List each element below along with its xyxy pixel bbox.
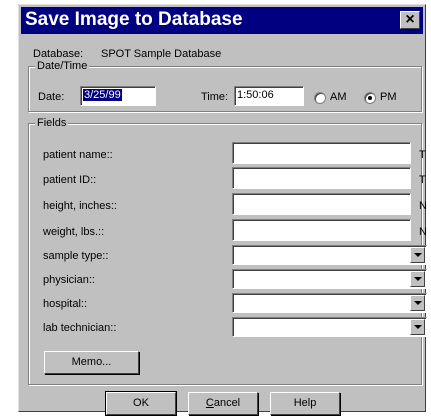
am-radio[interactable] (314, 92, 326, 104)
sample-type-select[interactable] (232, 245, 427, 265)
weight-input[interactable] (232, 219, 411, 241)
chevron-down-icon[interactable] (410, 295, 425, 311)
weight-label: weight, lbs.:: (43, 226, 105, 238)
database-label: Database: (33, 48, 84, 60)
patient-id-type: T (419, 174, 426, 186)
dialog-title: Save Image to Database (25, 9, 243, 30)
date-value: 3/25/99 (83, 89, 122, 101)
patient-name-label: patient name:: (43, 149, 113, 161)
help-button[interactable]: Help (270, 392, 340, 415)
sample-type-label: sample type:: (43, 250, 109, 262)
height-input[interactable] (232, 193, 411, 215)
am-label[interactable]: AM (330, 91, 347, 103)
date-field[interactable]: 3/25/99 (80, 86, 156, 106)
close-icon: × (405, 11, 415, 28)
save-image-dialog: Save Image to Database × Database: SPOT … (18, 4, 427, 416)
chevron-down-icon[interactable] (410, 271, 425, 287)
pm-radio[interactable] (364, 92, 376, 104)
lab-technician-select[interactable] (232, 317, 427, 337)
cancel-button[interactable]: Cancel (188, 392, 258, 415)
time-field[interactable]: 1:50:06 (234, 86, 304, 106)
patient-id-input[interactable] (232, 167, 411, 189)
fields-group: Fields patient name:: T patient ID:: T h… (28, 117, 427, 385)
height-type: N (419, 200, 427, 212)
time-value: 1:50:06 (237, 89, 274, 101)
lab-technician-label: lab technician:: (43, 322, 117, 334)
title-bar[interactable]: Save Image to Database × (21, 7, 423, 34)
database-name: SPOT Sample Database (101, 48, 222, 60)
patient-name-type: T (419, 149, 426, 161)
physician-label: physician:: (43, 274, 95, 286)
cancel-label-rest: ancel (213, 397, 241, 409)
physician-select[interactable] (232, 269, 427, 289)
patient-name-input[interactable] (232, 142, 411, 164)
close-button[interactable]: × (400, 11, 420, 29)
memo-button[interactable]: Memo... (44, 351, 139, 374)
ok-button[interactable]: OK (105, 391, 177, 416)
fields-group-label: Fields (35, 117, 69, 129)
patient-id-label: patient ID:: (43, 174, 97, 186)
chevron-down-icon[interactable] (410, 319, 425, 335)
hospital-label: hospital:: (43, 298, 88, 310)
chevron-down-icon[interactable] (410, 247, 425, 263)
height-label: height, inches:: (43, 200, 117, 212)
weight-type: N (419, 226, 427, 238)
cancel-hotkey: C (205, 397, 214, 409)
datetime-group: Date/Time Date: 3/25/99 Time: 1:50:06 AM… (28, 60, 422, 112)
pm-label[interactable]: PM (380, 91, 397, 103)
hospital-select[interactable] (232, 293, 427, 313)
date-label: Date: (38, 91, 65, 103)
datetime-group-label: Date/Time (35, 60, 90, 72)
time-label: Time: (201, 91, 229, 103)
